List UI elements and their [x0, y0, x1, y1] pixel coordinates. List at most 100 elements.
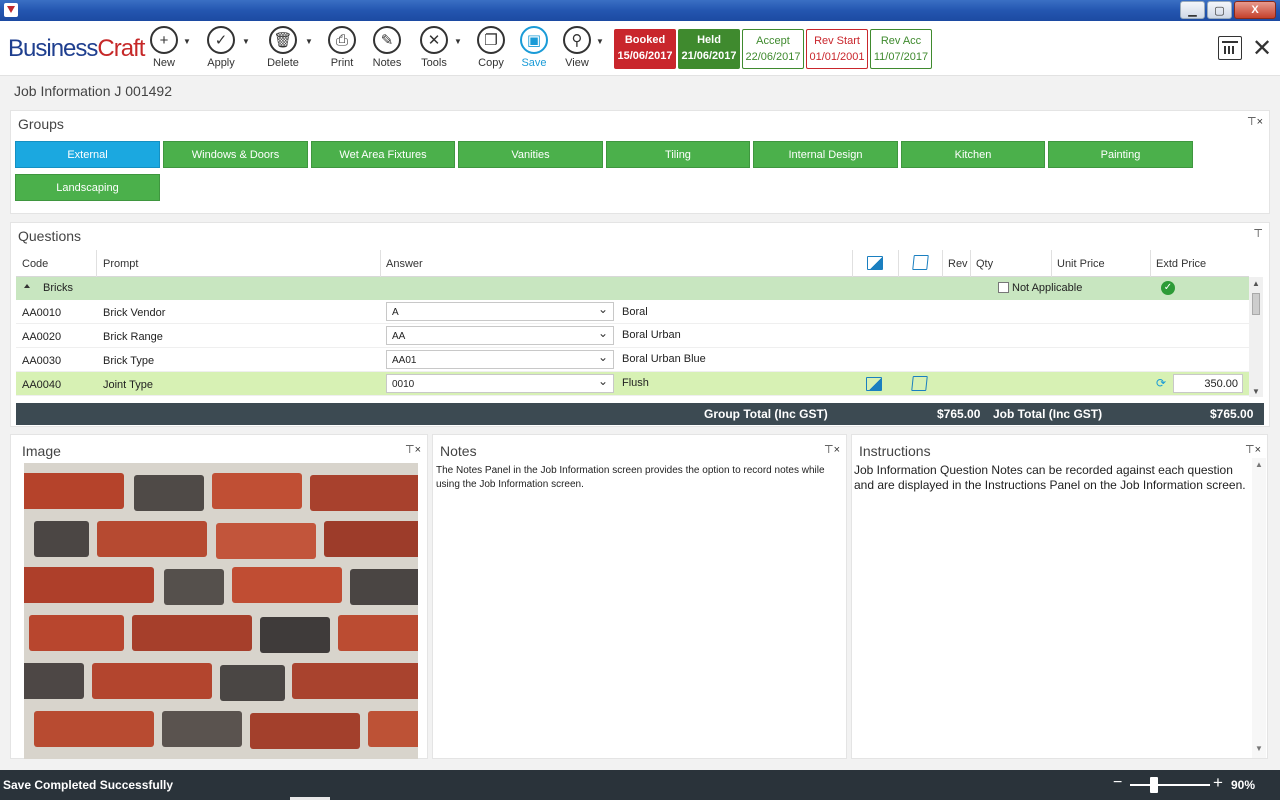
instructions-title: Instructions [859, 443, 931, 459]
answer-dropdown[interactable]: 0010 [386, 374, 614, 393]
view-button[interactable]: ⚲ View [550, 26, 604, 69]
delete-dropdown-arrow[interactable]: ▼ [305, 37, 313, 46]
pin-close-icon[interactable]: ⊤× [1247, 115, 1263, 128]
extd-price-input[interactable]: 350.00 [1173, 374, 1243, 393]
collapse-arrow-icon[interactable] [24, 284, 30, 288]
image-panel: Image ⊤× [10, 434, 428, 759]
apply-dropdown-arrow[interactable]: ▼ [242, 37, 250, 46]
group-row-bricks[interactable]: Bricks Not Applicable ✓ [16, 277, 1249, 300]
copy-icon: ❐ [477, 26, 505, 54]
group-landscaping[interactable]: Landscaping [15, 174, 160, 201]
zoom-slider-thumb[interactable] [1150, 777, 1158, 793]
scroll-down-arrow-icon[interactable]: ▼ [1252, 387, 1260, 396]
header-rev[interactable]: Rev [948, 258, 968, 270]
complete-check-icon: ✓ [1161, 281, 1175, 295]
group-kitchen[interactable]: Kitchen [901, 141, 1045, 168]
new-button[interactable]: + New [137, 26, 191, 69]
close-screen-icon[interactable]: ✕ [1250, 35, 1274, 62]
instructions-panel: Instructions ⊤× Job Information Question… [851, 434, 1268, 759]
pin-close-icon[interactable]: ⊤× [824, 443, 840, 456]
printer-icon: ⎙ [328, 26, 356, 54]
header-code[interactable]: Code [22, 258, 48, 270]
status-booked-button[interactable]: Booked 15/06/2017 [614, 29, 676, 69]
group-external[interactable]: External [15, 141, 160, 168]
notes-button[interactable]: ✎ Notes [360, 26, 414, 69]
status-accept-button[interactable]: Accept 22/06/2017 [742, 29, 804, 69]
pin-close-icon[interactable]: ⊤× [1245, 443, 1261, 456]
apply-button[interactable]: ✓ Apply [194, 26, 248, 69]
header-unit-price[interactable]: Unit Price [1057, 258, 1105, 270]
plus-icon: + [150, 26, 178, 54]
notes-icon: ✎ [373, 26, 401, 54]
pin-close-icon[interactable]: ⊤× [405, 443, 421, 456]
page-title: Job Information J 001492 [14, 83, 172, 99]
table-row[interactable]: AA0030 Brick Type AA01 Boral Urban Blue [16, 348, 1249, 372]
maximize-button[interactable]: ▢ [1207, 1, 1232, 19]
notes-edit-icon[interactable] [911, 376, 928, 391]
scroll-up-arrow-icon[interactable]: ▲ [1255, 460, 1263, 469]
status-message: Save Completed Successfully [3, 778, 174, 792]
group-internal-design[interactable]: Internal Design [753, 141, 898, 168]
refresh-icon[interactable]: ⟳ [1156, 376, 1166, 390]
zoom-out-button[interactable]: − [1113, 774, 1122, 792]
zoom-in-button[interactable]: + [1213, 773, 1223, 793]
pin-icon[interactable]: ⊤ [1253, 227, 1263, 240]
tools-button[interactable]: ✕ Tools [407, 26, 461, 69]
floppy-disk-icon: ▣ [520, 26, 548, 54]
table-row[interactable]: AA0020 Brick Range AA Boral Urban [16, 324, 1249, 348]
trash-icon: 🗑 [269, 26, 297, 54]
notes-panel: Notes ⊤× The Notes Panel in the Job Info… [432, 434, 847, 759]
header-answer[interactable]: Answer [386, 258, 423, 270]
notes-textarea[interactable]: The Notes Panel in the Job Information s… [436, 464, 836, 492]
instructions-scrollbar[interactable]: ▲ ▼ [1252, 458, 1266, 758]
toolbar: BusinessCraft + New ▼ ✓ Apply ▼ 🗑 Delete… [0, 21, 1280, 76]
group-wet-area-fixtures[interactable]: Wet Area Fixtures [311, 141, 455, 168]
status-rev-acc-button[interactable]: Rev Acc 11/07/2017 [870, 29, 932, 69]
brick-wall-image [24, 463, 418, 759]
window-title-bar: ▁ ▢ X [0, 0, 1280, 21]
answer-dropdown[interactable]: A [386, 302, 614, 321]
app-icon [4, 3, 18, 17]
groups-title: Groups [18, 116, 64, 132]
magnifier-icon: ⚲ [563, 26, 591, 54]
window-close-button[interactable]: X [1234, 1, 1276, 19]
instructions-text: Job Information Question Notes can be re… [854, 463, 1246, 492]
notes-title: Notes [440, 443, 477, 459]
questions-table-header: Code Prompt Answer Rev Qty Unit Price Ex… [16, 250, 1249, 277]
group-painting[interactable]: Painting [1048, 141, 1193, 168]
scrollbar-thumb[interactable] [1252, 293, 1260, 315]
zoom-slider-track[interactable] [1130, 784, 1210, 786]
questions-panel: Questions ⊤ Code Prompt Answer Rev Qty U… [10, 222, 1270, 427]
image-title: Image [22, 443, 61, 459]
totals-bar: Group Total (Inc GST) $765.00 Job Total … [16, 403, 1264, 425]
table-row-selected[interactable]: AA0040 Joint Type 0010 Flush ⟳ 350.00 [16, 372, 1249, 396]
group-vanities[interactable]: Vanities [458, 141, 603, 168]
scroll-up-arrow-icon[interactable]: ▲ [1252, 279, 1260, 288]
not-applicable-checkbox[interactable] [998, 282, 1009, 293]
new-dropdown-arrow[interactable]: ▼ [183, 37, 191, 46]
calculator-icon[interactable] [1218, 36, 1242, 60]
answer-dropdown[interactable]: AA [386, 326, 614, 345]
groups-panel: Groups ⊤× External Windows & Doors Wet A… [10, 110, 1270, 214]
group-tiling[interactable]: Tiling [606, 141, 750, 168]
status-bar: Save Completed Successfully − + 90% [0, 770, 1280, 800]
header-extd-price[interactable]: Extd Price [1156, 258, 1206, 270]
status-rev-start-button[interactable]: Rev Start 01/01/2001 [806, 29, 868, 69]
scroll-down-arrow-icon[interactable]: ▼ [1255, 744, 1263, 753]
header-prompt[interactable]: Prompt [103, 258, 138, 270]
delete-button[interactable]: 🗑 Delete [256, 26, 310, 69]
check-icon: ✓ [207, 26, 235, 54]
status-held-button[interactable]: Held 21/06/2017 [678, 29, 740, 69]
answer-dropdown[interactable]: AA01 [386, 350, 614, 369]
image-icon[interactable] [866, 377, 882, 391]
questions-scrollbar[interactable]: ▲ ▼ [1249, 277, 1263, 397]
tools-dropdown-arrow[interactable]: ▼ [454, 37, 462, 46]
app-logo: BusinessCraft [8, 35, 145, 62]
minimize-button[interactable]: ▁ [1180, 1, 1205, 19]
notes-column-icon [912, 255, 929, 270]
table-row[interactable]: AA0010 Brick Vendor A Boral [16, 300, 1249, 324]
view-dropdown-arrow[interactable]: ▼ [596, 37, 604, 46]
image-column-icon [867, 256, 883, 270]
group-windows-doors[interactable]: Windows & Doors [163, 141, 308, 168]
header-qty[interactable]: Qty [976, 258, 993, 270]
